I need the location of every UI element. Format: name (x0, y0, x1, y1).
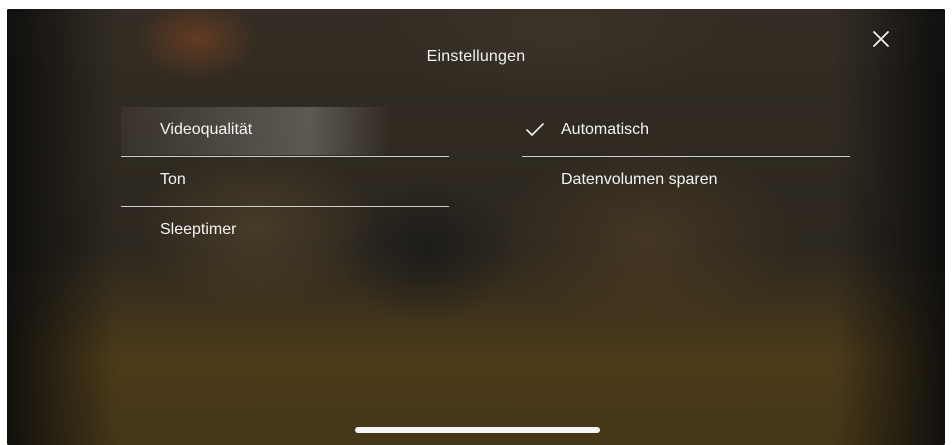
menu-item-sleeptimer[interactable]: Sleeptimer (121, 207, 449, 256)
option-automatisch[interactable]: Automatisch (522, 107, 850, 157)
backdrop-left-shade (7, 9, 117, 445)
option-label: Datenvolumen sparen (561, 171, 718, 188)
video-quality-options: Automatisch Datenvolumen sparen (522, 107, 850, 206)
menu-item-videoqualitaet[interactable]: Videoqualität (121, 107, 449, 157)
menu-item-label: Videoqualität (160, 121, 253, 138)
close-icon (873, 31, 889, 47)
home-indicator[interactable] (355, 427, 600, 433)
option-label: Automatisch (561, 121, 650, 138)
menu-item-label: Ton (160, 171, 186, 188)
page-title: Einstellungen (426, 48, 526, 65)
menu-item-label: Sleeptimer (160, 221, 237, 238)
backdrop-right-shade (835, 9, 945, 445)
video-settings-screen: Einstellungen Videoqualität Ton Sleeptim… (7, 9, 945, 445)
checkmark-icon (526, 123, 544, 136)
close-button[interactable] (869, 27, 893, 51)
menu-item-ton[interactable]: Ton (121, 157, 449, 207)
settings-category-list: Videoqualität Ton Sleeptimer (121, 107, 449, 256)
option-datenvolumen-sparen[interactable]: Datenvolumen sparen (522, 157, 850, 206)
